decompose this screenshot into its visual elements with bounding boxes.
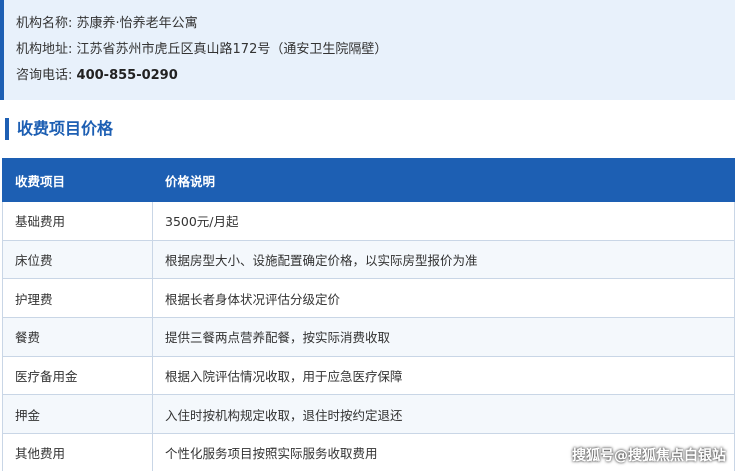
row-item: 餐费	[2, 317, 153, 357]
row-item: 床位费	[2, 239, 153, 280]
watermark: 搜狐号@搜狐焦点白银站	[572, 448, 726, 464]
address-value: 江苏省苏州市虎丘区真山路172号（通安卫生院隔壁）	[76, 42, 388, 57]
table-row: 床位费 根据房型大小、设施配置确定价格，以实际房型报价为准	[2, 239, 735, 280]
table-header-row: 收费项目 价格说明	[2, 158, 735, 202]
info-row-phone: 咨询电话: 400-855-0290	[16, 62, 735, 88]
row-item: 其他费用	[2, 433, 153, 471]
row-description: 入住时按机构规定收取，退住时按约定退还	[152, 394, 735, 435]
info-row-name: 机构名称: 苏康养·怡养老年公寓	[16, 10, 735, 36]
table-row: 押金 入住时按机构规定收取，退住时按约定退还	[2, 394, 735, 435]
row-description: 3500元/月起	[152, 201, 735, 241]
row-item: 医疗备用金	[2, 355, 153, 396]
address-label: 机构地址:	[16, 42, 73, 57]
row-item: 基础费用	[2, 201, 153, 241]
name-value: 苏康养·怡养老年公寓	[76, 16, 198, 31]
table-row: 基础费用 3500元/月起	[2, 201, 735, 241]
institution-info-box: 机构名称: 苏康养·怡养老年公寓 机构地址: 江苏省苏州市虎丘区真山路172号（…	[0, 0, 735, 100]
info-row-address: 机构地址: 江苏省苏州市虎丘区真山路172号（通安卫生院隔壁）	[16, 36, 735, 62]
table-row: 医疗备用金 根据入院评估情况收取，用于应急医疗保障	[2, 355, 735, 396]
row-description: 根据房型大小、设施配置确定价格，以实际房型报价为准	[152, 239, 735, 280]
price-table: 收费项目 价格说明 基础费用 3500元/月起 床位费 根据房型大小、设施配置确…	[2, 158, 735, 471]
row-item: 护理费	[2, 278, 153, 319]
phone-label: 咨询电话:	[16, 68, 73, 83]
phone-value[interactable]: 400-855-0290	[77, 68, 178, 83]
table-row: 护理费 根据长者身体状况评估分级定价	[2, 278, 735, 319]
row-description: 根据入院评估情况收取，用于应急医疗保障	[152, 355, 735, 396]
row-description: 提供三餐两点营养配餐，按实际消费收取	[152, 317, 735, 357]
row-description: 根据长者身体状况评估分级定价	[152, 278, 735, 319]
header-description: 价格说明	[152, 158, 735, 202]
table-row: 餐费 提供三餐两点营养配餐，按实际消费收取	[2, 317, 735, 357]
section-title: 收费项目价格	[5, 118, 113, 140]
header-item: 收费项目	[2, 158, 153, 202]
name-label: 机构名称:	[16, 16, 73, 31]
row-item: 押金	[2, 394, 153, 435]
